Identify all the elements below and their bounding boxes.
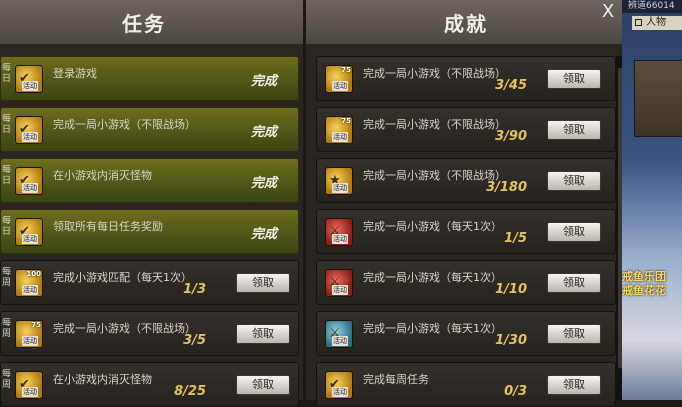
task-reward-icon: ✔ 活动 bbox=[15, 167, 43, 195]
achievement-row: ✔ 活动 完成每周任务 0/3 领取 bbox=[316, 362, 616, 407]
task-reward-icon: ✔ 活动 bbox=[15, 218, 43, 246]
task-status-complete: 完成 bbox=[251, 125, 278, 140]
achievement-reward-icon: ★ 活动 bbox=[325, 167, 353, 195]
achievement-progress: 1/30 bbox=[495, 333, 527, 348]
task-title: 在小游戏内消灭怪物 bbox=[53, 169, 152, 182]
achievement-row: ⚔ 活动 完成一局小游戏（每天1次） 1/30 领取 bbox=[316, 311, 616, 356]
task-row: 每周 100 活动 完成小游戏匹配（每天1次） 1/3 领取 bbox=[0, 260, 299, 305]
achievement-row: 75 活动 完成一局小游戏（不限战场） 3/45 领取 bbox=[316, 56, 616, 101]
achievement-reward-icon: 75 活动 bbox=[325, 65, 353, 93]
task-status-complete: 完成 bbox=[251, 227, 278, 242]
task-side-tag: 每周 bbox=[1, 318, 11, 339]
task-title: 完成一局小游戏（不限战场） bbox=[53, 322, 196, 335]
achievements-panel: 成就 X 75 活动 完成一局小游戏（不限战场） 3/45 领取 75 活动 完成一… bbox=[306, 0, 622, 407]
character-tab[interactable]: 人物 bbox=[632, 16, 682, 30]
achievement-progress: 3/180 bbox=[486, 180, 527, 195]
minimap bbox=[634, 60, 682, 137]
claim-button[interactable]: 领取 bbox=[236, 324, 290, 344]
achievements-title: 成就 bbox=[444, 11, 488, 36]
task-progress: 8/25 bbox=[174, 384, 206, 399]
task-reward-icon: 75 活动 bbox=[15, 320, 43, 348]
task-reward-icon: ✔ 活动 bbox=[15, 116, 43, 144]
tasks-header: 任务 bbox=[0, 0, 305, 45]
achievement-title: 完成一局小游戏（不限战场） bbox=[363, 118, 506, 131]
claim-button[interactable]: 领取 bbox=[236, 375, 290, 395]
guild-line-2: 戒鱼花花 bbox=[622, 284, 666, 297]
guild-line-1: 戒鱼乐团 bbox=[622, 270, 666, 283]
task-status-complete: 完成 bbox=[251, 74, 278, 89]
player-name-bar: 辨道66014 bbox=[622, 0, 682, 13]
guild-label: 戒鱼乐团 戒鱼花花 bbox=[622, 270, 666, 298]
task-progress: 3/5 bbox=[183, 333, 206, 348]
achievement-title: 完成一局小游戏（每天1次） bbox=[363, 271, 502, 284]
task-title: 完成小游戏匹配（每天1次） bbox=[53, 271, 192, 284]
achievement-progress: 1/5 bbox=[504, 231, 527, 246]
achievement-reward-icon: ⚔ 活动 bbox=[325, 320, 353, 348]
achievement-row: 75 活动 完成一局小游戏（不限战场） 3/90 领取 bbox=[316, 107, 616, 152]
achievement-title: 完成一局小游戏（不限战场） bbox=[363, 169, 506, 182]
task-row: 每日 ✔ 活动 登录游戏 完成 bbox=[0, 56, 299, 101]
close-button[interactable]: X bbox=[600, 3, 616, 21]
task-side-tag: 每周 bbox=[1, 267, 11, 288]
achievement-progress: 1/10 bbox=[495, 282, 527, 297]
claim-button[interactable]: 领取 bbox=[547, 273, 601, 293]
achievement-progress: 0/3 bbox=[504, 384, 527, 399]
claim-button[interactable]: 领取 bbox=[547, 222, 601, 242]
task-side-tag: 每日 bbox=[1, 216, 11, 237]
task-title: 领取所有每日任务奖励 bbox=[53, 220, 163, 233]
task-row: 每周 75 活动 完成一局小游戏（不限战场） 3/5 领取 bbox=[0, 311, 299, 356]
achievement-row: ⚔ 活动 完成一局小游戏（每天1次） 1/10 领取 bbox=[316, 260, 616, 305]
task-reward-icon: 100 活动 bbox=[15, 269, 43, 297]
achievement-reward-icon: ✔ 活动 bbox=[325, 371, 353, 399]
achievement-row: ★ 活动 完成一局小游戏（不限战场） 3/180 领取 bbox=[316, 158, 616, 203]
claim-button[interactable]: 领取 bbox=[236, 273, 290, 293]
achievement-row: ⚔ 活动 完成一局小游戏（每天1次） 1/5 领取 bbox=[316, 209, 616, 254]
claim-button[interactable]: 领取 bbox=[547, 171, 601, 191]
achievement-title: 完成一局小游戏（不限战场） bbox=[363, 67, 506, 80]
task-side-tag: 每日 bbox=[1, 63, 11, 84]
task-row: 每日 ✔ 活动 完成一局小游戏（不限战场） 完成 bbox=[0, 107, 299, 152]
achievement-reward-icon: ⚔ 活动 bbox=[325, 218, 353, 246]
achievement-reward-icon: ⚔ 活动 bbox=[325, 269, 353, 297]
task-side-tag: 每日 bbox=[1, 114, 11, 135]
achievements-header: 成就 bbox=[306, 0, 622, 45]
claim-button[interactable]: 领取 bbox=[547, 120, 601, 140]
achievement-reward-icon: 75 活动 bbox=[325, 116, 353, 144]
achievement-progress: 3/45 bbox=[495, 78, 527, 93]
claim-button[interactable]: 领取 bbox=[547, 324, 601, 344]
task-side-tag: 每日 bbox=[1, 165, 11, 186]
task-progress: 1/3 bbox=[183, 282, 206, 297]
task-row: 每日 ✔ 活动 领取所有每日任务奖励 完成 bbox=[0, 209, 299, 254]
task-title: 在小游戏内消灭怪物 bbox=[53, 373, 152, 386]
task-row: 每周 ✔ 活动 在小游戏内消灭怪物 8/25 领取 bbox=[0, 362, 299, 407]
task-status-complete: 完成 bbox=[251, 176, 278, 191]
task-row: 每日 ✔ 活动 在小游戏内消灭怪物 完成 bbox=[0, 158, 299, 203]
achievement-progress: 3/90 bbox=[495, 129, 527, 144]
task-title: 登录游戏 bbox=[53, 67, 97, 80]
task-title: 完成一局小游戏（不限战场） bbox=[53, 118, 196, 131]
achievement-title: 完成一局小游戏（每天1次） bbox=[363, 322, 502, 335]
claim-button[interactable]: 领取 bbox=[547, 375, 601, 395]
game-world-background: 辨道66014 人物 戒鱼乐团 戒鱼花花 bbox=[622, 0, 682, 400]
task-reward-icon: ✔ 活动 bbox=[15, 65, 43, 93]
tasks-panel: 任务 每日 ✔ 活动 登录游戏 完成 每日 ✔ 活动 完成一局小游戏（不限战场） 完… bbox=[0, 0, 305, 407]
achievement-title: 完成每周任务 bbox=[363, 373, 429, 386]
achievement-title: 完成一局小游戏（每天1次） bbox=[363, 220, 502, 233]
claim-button[interactable]: 领取 bbox=[547, 69, 601, 89]
tasks-title: 任务 bbox=[122, 11, 166, 36]
task-reward-icon: ✔ 活动 bbox=[15, 371, 43, 399]
task-side-tag: 每周 bbox=[1, 369, 11, 390]
